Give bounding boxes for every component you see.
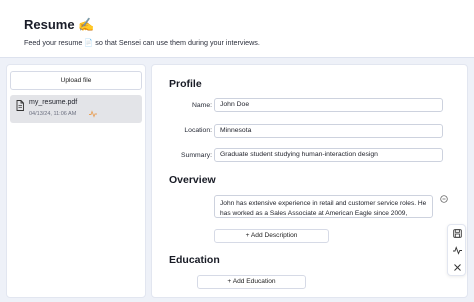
education-heading: Education	[169, 254, 220, 266]
name-field[interactable]: John Doe	[214, 98, 443, 112]
profile-heading: Profile	[169, 78, 202, 90]
location-label: Location:	[184, 127, 212, 134]
file-sidebar: Upload file my_resume.pdf 04/13/24, 11:0…	[6, 64, 146, 298]
file-name: my_resume.pdf	[29, 99, 78, 106]
activity-icon[interactable]	[453, 246, 462, 255]
overview-heading: Overview	[169, 174, 216, 186]
info-icon[interactable]	[440, 195, 448, 203]
page-header: Resume ✍️ Feed your resume 📄 so that Sen…	[0, 0, 474, 58]
close-icon[interactable]	[453, 263, 462, 272]
overview-textarea[interactable]: John has extensive experience in retail …	[214, 195, 433, 218]
page-subtitle: Feed your resume 📄 so that Sensei can us…	[24, 38, 260, 47]
page-title: Resume ✍️	[24, 17, 95, 32]
name-label: Name:	[191, 102, 212, 109]
resume-editor: Profile Name: John Doe Location: Minneso…	[151, 64, 468, 298]
file-list-item[interactable]: my_resume.pdf 04/13/24, 11:06 AM	[10, 95, 142, 123]
summary-field[interactable]: Graduate student studying human-interact…	[214, 148, 443, 162]
add-description-button[interactable]: + Add Description	[214, 229, 329, 243]
activity-icon	[89, 110, 97, 118]
location-field[interactable]: Minnesota	[214, 124, 443, 138]
upload-file-button[interactable]: Upload file	[10, 71, 142, 90]
add-education-button[interactable]: + Add Education	[197, 275, 306, 289]
summary-label: Summary:	[181, 152, 212, 159]
document-icon	[16, 100, 24, 111]
save-icon[interactable]	[453, 229, 462, 238]
file-date: 04/13/24, 11:06 AM	[29, 111, 77, 117]
floating-toolbar	[447, 224, 466, 276]
